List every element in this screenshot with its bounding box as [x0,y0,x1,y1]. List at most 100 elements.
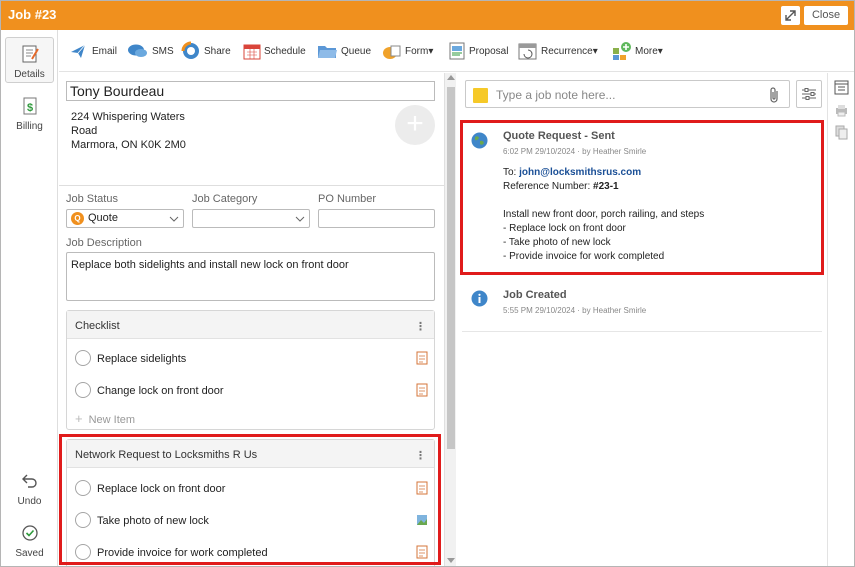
job-window: Job #23 Close Details $ Billing Undo Sav… [0,0,855,567]
checklist-card: Checklist ⋮ Replace sidelights Change lo… [66,310,435,430]
nav-details[interactable]: Details [5,37,54,83]
network-request-header: Network Request to Locksmiths R Us ⋮ [67,440,434,468]
right-rail [827,73,854,566]
reference-label: Reference Number: [503,181,594,192]
clipboard-icon[interactable] [416,351,428,365]
po-number-field[interactable] [318,209,435,228]
new-item-button[interactable]: + New Item [75,411,135,426]
job-note-placeholder: Type a job note here... [496,88,616,102]
share-button[interactable]: Share [181,41,231,61]
queue-button[interactable]: Queue [317,41,371,61]
calendar-icon [243,44,261,60]
clipboard-icon[interactable] [416,481,428,495]
copy-icon[interactable] [834,125,849,140]
checklist-item-label: Replace sidelights [97,353,187,365]
checklist-item-label: Change lock on front door [97,385,224,397]
clipboard-icon[interactable] [416,383,428,397]
proposal-icon [449,42,465,60]
details-scrollbar[interactable] [444,73,456,566]
clipboard-icon[interactable] [416,545,428,559]
activity-title: Quote Request - Sent [503,130,615,142]
job-details-pane: Tony Bourdeau 224 Whispering Waters Road… [59,73,444,566]
checkbox-circle[interactable] [75,544,91,560]
photo-icon[interactable] [416,513,428,527]
email-icon [71,44,86,58]
address-line-1: 224 Whispering Waters [71,111,185,123]
job-category-select[interactable] [192,209,310,228]
job-status-select[interactable]: Q Quote [66,209,184,228]
activity-body-line: - Replace lock on front door [503,223,626,234]
expand-button[interactable] [781,6,800,25]
scroll-thumb[interactable] [447,87,455,449]
sticky-note-icon [473,88,488,103]
kebab-menu-icon[interactable]: ⋮ [415,320,426,333]
more-button[interactable]: More▾ [612,41,663,61]
checklist-item[interactable]: Change lock on front door [67,375,434,407]
activity-meta: 5:55 PM 29/10/2024 · by Heather Smirle [503,306,647,315]
email-label: Email [92,45,118,57]
nav-billing[interactable]: $ Billing [5,90,54,134]
checkbox-circle[interactable] [75,382,91,398]
share-icon [181,41,199,59]
schedule-label: Schedule [264,45,306,57]
undo-button[interactable]: Undo [5,465,54,507]
undo-icon [21,474,37,488]
plus-icon: + [406,107,424,140]
chevron-down-icon [295,216,305,222]
filter-button[interactable] [796,80,822,108]
activity-title: Job Created [503,289,567,301]
network-request-title: Network Request to Locksmiths R Us [75,449,258,461]
form-button[interactable]: Form▾ [382,41,433,61]
print-icon[interactable] [834,103,849,118]
more-label: More▾ [635,45,663,57]
status-badge: Q [71,212,84,225]
checkbox-circle[interactable] [75,480,91,496]
schedule-button[interactable]: Schedule [243,41,306,61]
email-button[interactable]: Email [69,41,117,61]
proposal-button[interactable]: Proposal [448,41,508,61]
activity-job-created: Job Created 5:55 PM 29/10/2024 · by Heat… [462,276,822,332]
checklist-header: Checklist ⋮ [67,311,434,339]
network-request-card: Network Request to Locksmiths R Us ⋮ Rep… [66,439,435,566]
recurrence-label: Recurrence▾ [541,45,598,57]
close-button[interactable]: Close [804,6,848,25]
window-title: Job #23 [8,7,57,22]
recipient-email-link[interactable]: john@locksmithsrus.com [519,167,641,178]
queue-label: Queue [341,45,372,57]
checklist-item[interactable]: Replace sidelights [67,343,434,375]
plus-icon: + [75,411,83,426]
scroll-down-icon[interactable] [447,558,455,563]
job-note-input[interactable]: Type a job note here... [465,80,790,108]
client-address: 224 Whispering Waters Road Marmora, ON K… [71,110,186,152]
chevron-down-icon [169,216,179,222]
job-description-field[interactable]: Replace both sidelights and install new … [66,252,435,301]
notes-view-icon[interactable] [834,80,849,95]
more-apps-icon [613,42,631,60]
checkbox-circle[interactable] [75,350,91,366]
network-request-item-label: Take photo of new lock [97,515,209,527]
side-nav: Details $ Billing Undo Saved [1,30,58,566]
title-bar: Job #23 Close [1,1,854,30]
proposal-label: Proposal [469,45,509,57]
network-request-item[interactable]: Take photo of new lock [67,505,434,537]
client-name-field[interactable]: Tony Bourdeau [66,81,435,101]
share-label: Share [204,45,231,57]
sliders-icon [802,88,816,100]
info-icon [471,290,488,307]
sms-button[interactable]: SMS [127,41,174,61]
checkbox-circle[interactable] [75,512,91,528]
activity-body: To: john@locksmithsrus.com Reference Num… [503,166,704,264]
network-request-item[interactable]: Provide invoice for work completed [67,537,434,566]
globe-icon [471,132,488,149]
kebab-menu-icon[interactable]: ⋮ [415,449,426,462]
paperclip-icon[interactable] [767,86,781,104]
activity-body-line: Install new front door, porch railing, a… [503,209,705,220]
sms-icon [128,44,147,57]
form-icon [383,45,401,59]
saved-check-icon [21,525,38,541]
scroll-up-icon[interactable] [447,75,455,80]
network-request-item[interactable]: Replace lock on front door [67,473,434,505]
add-contact-button[interactable]: + [395,105,435,145]
address-line-3: Marmora, ON K0K 2M0 [71,139,186,151]
recurrence-button[interactable]: Recurrence▾ [518,41,598,61]
